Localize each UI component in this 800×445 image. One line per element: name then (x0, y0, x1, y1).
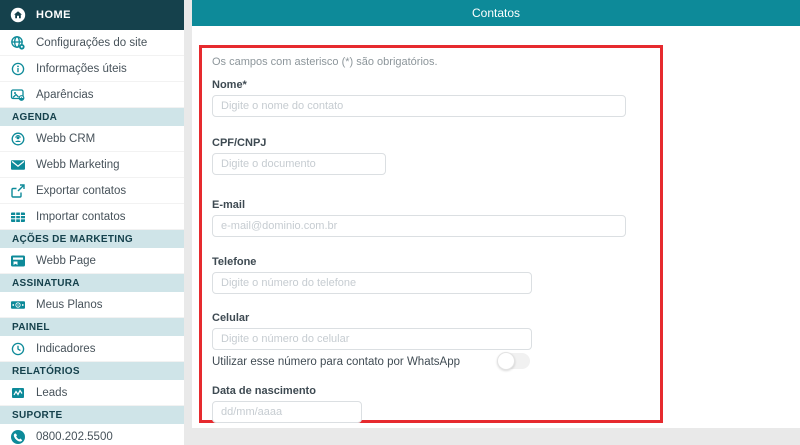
celular-label: Celular (212, 312, 532, 324)
nome-label: Nome* (212, 79, 626, 91)
sidebar-home-header[interactable]: HOME (0, 0, 184, 30)
contact-form-highlighted: Os campos com asterisco (*) são obrigató… (199, 45, 663, 423)
envelope-icon (10, 157, 26, 173)
whatsapp-toggle-knob (497, 352, 515, 370)
sidebar-item-label: Importar contatos (36, 211, 125, 223)
sidebar-item-webb-page[interactable]: Webb Page (0, 248, 184, 274)
sidebar-item-label: 0800.202.5500 (36, 431, 113, 443)
sidebar-item-meus-planos[interactable]: Meus Planos (0, 292, 184, 318)
sidebar-section-agenda: AGENDA (0, 108, 184, 126)
sidebar-item-webb-marketing[interactable]: Webb Marketing (0, 152, 184, 178)
sidebar-section-label: RELATÓRIOS (12, 366, 80, 377)
page-title: Contatos (472, 6, 520, 20)
email-input[interactable] (212, 215, 626, 237)
sidebar-home-label: HOME (36, 9, 71, 21)
field-group-email: E-mail (212, 199, 626, 237)
clock-icon (10, 341, 26, 357)
sidebar-item-label: Informações úteis (36, 63, 127, 75)
home-icon (10, 7, 26, 23)
sidebar-section-label: AGENDA (12, 112, 57, 123)
sidebar: HOME Configurações do site Informações ú… (0, 0, 184, 445)
field-group-nome: Nome* (212, 79, 626, 117)
sidebar-item-support-phone[interactable]: 0800.202.5500 (0, 424, 184, 445)
field-group-celular: Celular (212, 312, 532, 350)
sidebar-section-assinatura: ASSINATURA (0, 274, 184, 292)
headset-person-icon (10, 131, 26, 147)
sidebar-item-label: Webb Page (36, 255, 96, 267)
sidebar-item-label: Webb Marketing (36, 159, 120, 171)
field-group-data-nascimento: Data de nascimento (212, 385, 362, 423)
whatsapp-option-label: Utilizar esse número para contato por Wh… (212, 356, 460, 368)
sidebar-item-configuracoes[interactable]: Configurações do site (0, 30, 184, 56)
sidebar-item-label: Webb CRM (36, 133, 95, 145)
sidebar-item-importar-contatos[interactable]: Importar contatos (0, 204, 184, 230)
sidebar-section-acoes-de-marketing: AÇÕES DE MARKETING (0, 230, 184, 248)
sidebar-item-label: Indicadores (36, 343, 95, 355)
globe-gear-icon (10, 35, 26, 51)
sidebar-item-informacoes[interactable]: Informações úteis (0, 56, 184, 82)
field-group-cpf-cnpj: CPF/CNPJ (212, 137, 386, 175)
field-group-telefone: Telefone (212, 256, 532, 294)
sidebar-item-leads[interactable]: Leads (0, 380, 184, 406)
email-label: E-mail (212, 199, 626, 211)
sidebar-item-webb-crm[interactable]: Webb CRM (0, 126, 184, 152)
sidebar-item-exportar-contatos[interactable]: Exportar contatos (0, 178, 184, 204)
sidebar-section-painel: PAINEL (0, 318, 184, 336)
whatsapp-toggle[interactable] (498, 353, 530, 369)
phone-icon (10, 429, 26, 445)
banknote-icon (10, 297, 26, 313)
cpf-cnpj-input[interactable] (212, 153, 386, 175)
nome-input[interactable] (212, 95, 626, 117)
appearance-icon (10, 87, 26, 103)
sidebar-section-suporte: SUPORTE (0, 406, 184, 424)
export-icon (10, 183, 26, 199)
browser-page-icon (10, 253, 26, 269)
content-panel: Os campos com asterisco (*) são obrigató… (192, 26, 800, 428)
info-circle-icon (10, 61, 26, 77)
telefone-label: Telefone (212, 256, 532, 268)
sidebar-item-label: Configurações do site (36, 37, 147, 49)
sidebar-section-relatorios: RELATÓRIOS (0, 362, 184, 380)
telefone-input[interactable] (212, 272, 532, 294)
data-nascimento-input[interactable] (212, 401, 362, 423)
page-header: Contatos (192, 0, 800, 26)
celular-input[interactable] (212, 328, 532, 350)
sidebar-item-label: Exportar contatos (36, 185, 126, 197)
sidebar-item-indicadores[interactable]: Indicadores (0, 336, 184, 362)
sidebar-section-label: AÇÕES DE MARKETING (12, 234, 133, 245)
sidebar-item-label: Meus Planos (36, 299, 102, 311)
sidebar-section-label: PAINEL (12, 322, 50, 333)
sidebar-item-aparencias[interactable]: Aparências (0, 82, 184, 108)
table-icon (10, 209, 26, 225)
chart-icon (10, 385, 26, 401)
sidebar-item-label: Aparências (36, 89, 94, 101)
required-fields-note: Os campos com asterisco (*) são obrigató… (212, 56, 438, 68)
sidebar-section-label: SUPORTE (12, 410, 62, 421)
sidebar-section-label: ASSINATURA (12, 278, 80, 289)
cpf-cnpj-label: CPF/CNPJ (212, 137, 386, 149)
sidebar-item-label: Leads (36, 387, 67, 399)
data-nascimento-label: Data de nascimento (212, 385, 362, 397)
whatsapp-option-row: Utilizar esse número para contato por Wh… (212, 352, 652, 370)
